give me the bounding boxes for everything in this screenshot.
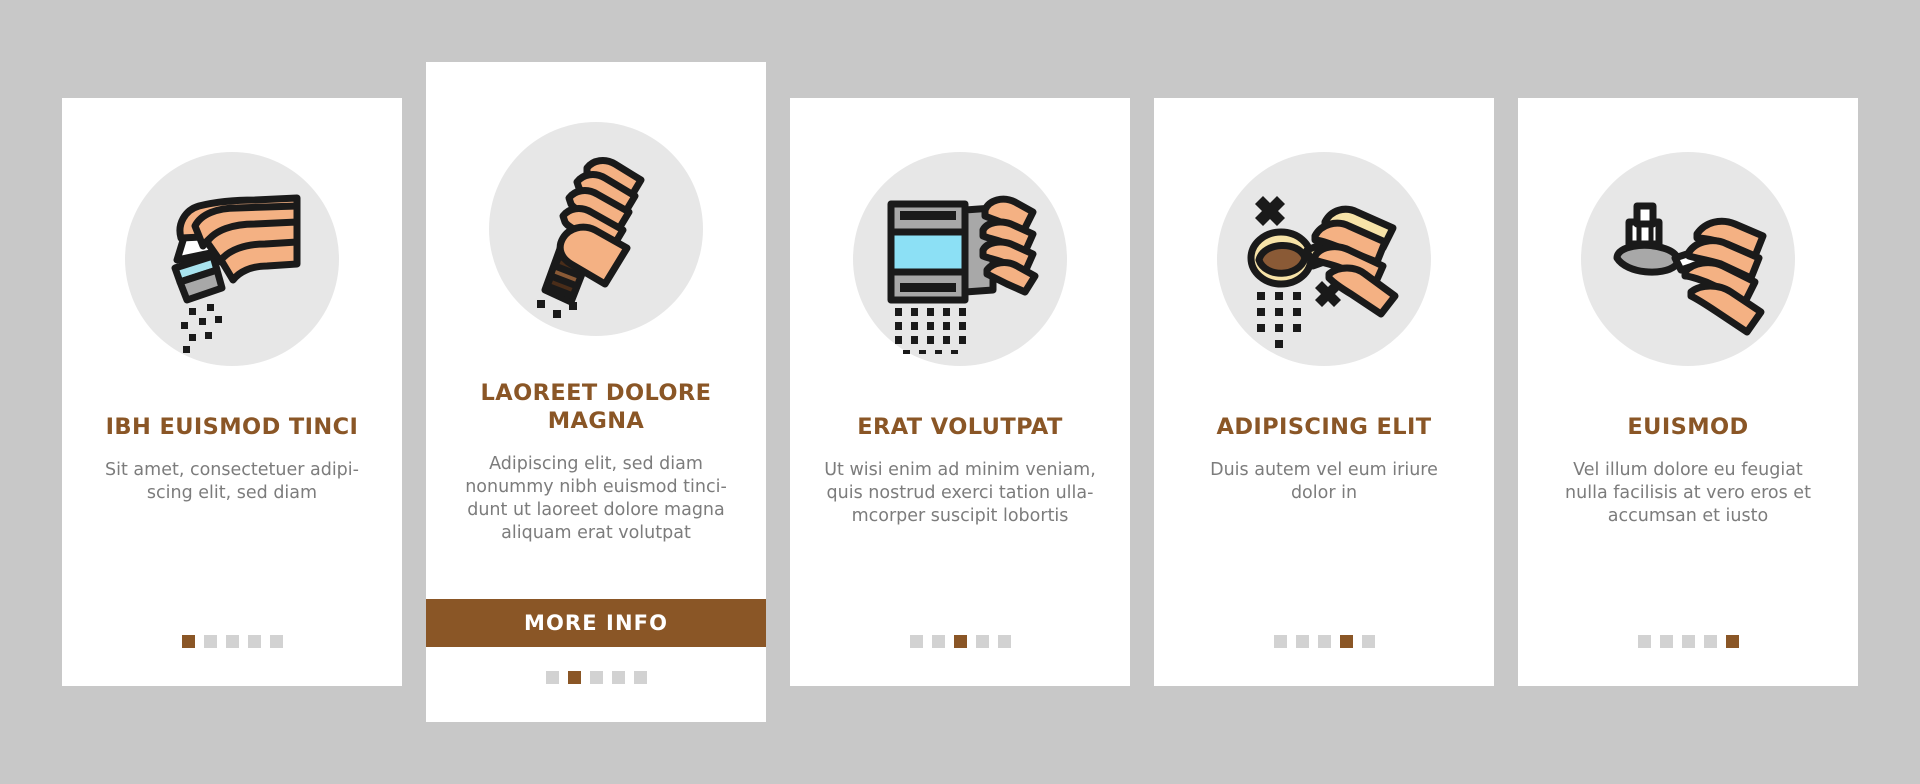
pagination-dot-5[interactable] xyxy=(269,635,283,648)
pagination-dot-5[interactable] xyxy=(1361,635,1375,648)
pagination-dot-3[interactable] xyxy=(1681,635,1695,648)
onboarding-card-list: IBH EUISMOD TINCI Sit amet, consectetuer… xyxy=(0,0,1920,784)
pagination-dot-4[interactable] xyxy=(975,635,989,648)
card-description: Sit amet, consectetuer adipi- scing elit… xyxy=(105,459,359,503)
pagination-dot-4[interactable] xyxy=(1703,635,1717,648)
pagination-dots[interactable] xyxy=(1518,635,1858,648)
card-title: IBH EUISMOD TINCI xyxy=(105,414,359,440)
onboarding-card-3[interactable]: ERAT VOLUTPAT Ut wisi enim ad minim veni… xyxy=(790,98,1130,686)
pagination-dot-1[interactable] xyxy=(545,671,559,684)
hands-pepper-grinder-icon xyxy=(489,122,703,336)
card-title: EUISMOD xyxy=(1627,414,1749,440)
hand-spoon-salt-crystal-icon xyxy=(1581,152,1795,366)
pagination-dot-1[interactable] xyxy=(181,635,195,648)
pagination-dots[interactable] xyxy=(62,635,402,648)
card-description: Vel illum dolore eu feugiat nulla facili… xyxy=(1565,459,1811,527)
card-title: ERAT VOLUTPAT xyxy=(857,414,1063,440)
onboarding-card-4[interactable]: ADIPISCING ELIT Duis autem vel eum iriur… xyxy=(1154,98,1494,686)
pagination-dots[interactable] xyxy=(1154,635,1494,648)
onboarding-card-1[interactable]: IBH EUISMOD TINCI Sit amet, consectetuer… xyxy=(62,98,402,686)
hand-spice-dispenser-icon xyxy=(853,152,1067,366)
pagination-dot-3[interactable] xyxy=(1317,635,1331,648)
card-title: LAOREET DOLORE MAGNA xyxy=(480,380,712,434)
card-title: ADIPISCING ELIT xyxy=(1216,414,1432,440)
onboarding-card-2[interactable]: LAOREET DOLORE MAGNA Adipiscing elit, se… xyxy=(426,62,766,722)
onboarding-screens-board: IBH EUISMOD TINCI Sit amet, consectetuer… xyxy=(0,0,1920,784)
hand-salt-shaker-icon xyxy=(125,152,339,366)
more-info-button[interactable]: MORE INFO xyxy=(426,599,766,647)
pagination-dot-5[interactable] xyxy=(997,635,1011,648)
pagination-dot-1[interactable] xyxy=(1637,635,1651,648)
pagination-dot-4[interactable] xyxy=(1339,635,1353,648)
pagination-dot-2[interactable] xyxy=(1659,635,1673,648)
card-description: Duis autem vel eum iriure dolor in xyxy=(1210,459,1438,503)
pagination-dot-1[interactable] xyxy=(1273,635,1287,648)
pagination-dot-3[interactable] xyxy=(953,635,967,648)
pagination-dot-5[interactable] xyxy=(633,671,647,684)
pagination-dot-3[interactable] xyxy=(589,671,603,684)
hand-spoon-spice-sprinkle-icon xyxy=(1217,152,1431,366)
pagination-dot-2[interactable] xyxy=(1295,635,1309,648)
pagination-dot-1[interactable] xyxy=(909,635,923,648)
pagination-dot-2[interactable] xyxy=(567,671,581,684)
pagination-dot-4[interactable] xyxy=(247,635,261,648)
pagination-dot-4[interactable] xyxy=(611,671,625,684)
pagination-dots[interactable] xyxy=(426,671,766,684)
card-description: Ut wisi enim ad minim veniam, quis nostr… xyxy=(824,459,1096,527)
card-description: Adipiscing elit, sed diam nonummy nibh e… xyxy=(465,453,727,544)
pagination-dot-5[interactable] xyxy=(1725,635,1739,648)
pagination-dot-2[interactable] xyxy=(203,635,217,648)
onboarding-card-5[interactable]: EUISMOD Vel illum dolore eu feugiat null… xyxy=(1518,98,1858,686)
pagination-dot-2[interactable] xyxy=(931,635,945,648)
pagination-dots[interactable] xyxy=(790,635,1130,648)
pagination-dot-3[interactable] xyxy=(225,635,239,648)
